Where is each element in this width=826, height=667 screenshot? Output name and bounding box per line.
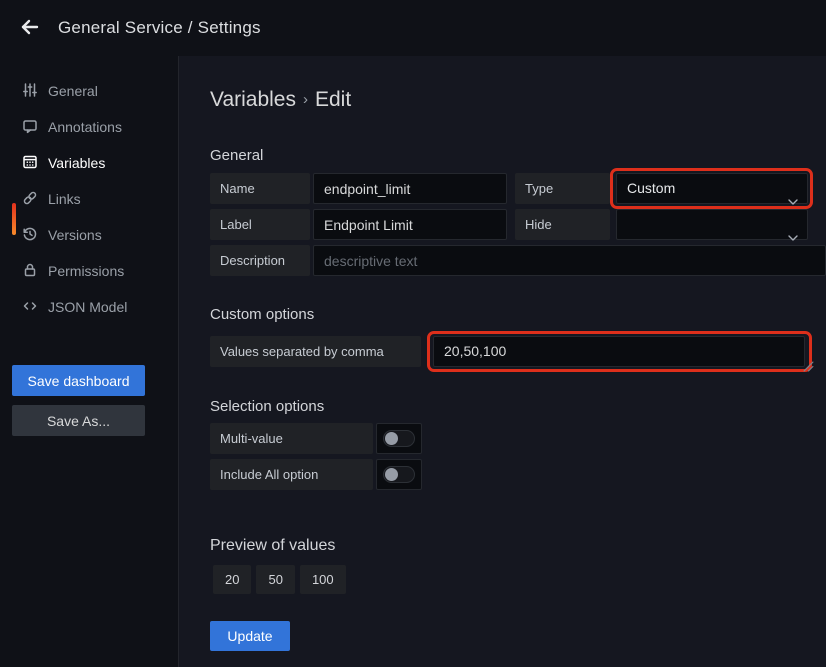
- sidebar-item-general[interactable]: General: [0, 73, 178, 109]
- breadcrumb-section: Variables: [210, 88, 296, 111]
- history-icon: [22, 226, 38, 245]
- label-label: Label: [210, 209, 310, 240]
- sidebar-item-label: Annotations: [48, 119, 122, 135]
- update-button[interactable]: Update: [210, 621, 290, 651]
- back-button[interactable]: [14, 13, 46, 43]
- lock-icon: [22, 262, 38, 281]
- sidebar-item-label: Links: [48, 191, 81, 207]
- preview-values: 20 50 100: [213, 565, 346, 594]
- top-header: General Service / Settings: [0, 0, 826, 56]
- values-label: Values separated by comma: [210, 336, 421, 367]
- type-select-value: Custom: [627, 180, 675, 196]
- sidebar-item-json-model[interactable]: JSON Model: [0, 289, 178, 325]
- general-section-heading: General: [210, 147, 263, 164]
- toggle-track: [383, 466, 415, 483]
- breadcrumb-separator-icon: ›: [296, 91, 315, 108]
- description-label: Description: [210, 245, 310, 276]
- preview-value-chip: 50: [256, 565, 294, 594]
- type-select[interactable]: Custom: [616, 173, 808, 204]
- toggle-track: [383, 430, 415, 447]
- sidebar-item-permissions[interactable]: Permissions: [0, 253, 178, 289]
- sidebar-item-label: JSON Model: [48, 299, 127, 315]
- name-input[interactable]: [313, 173, 507, 204]
- hide-select[interactable]: [616, 209, 808, 240]
- multi-value-label: Multi-value: [210, 423, 373, 454]
- sidebar-item-variables[interactable]: Variables: [0, 145, 178, 181]
- toggle-knob: [385, 432, 398, 445]
- sidebar-item-versions[interactable]: Versions: [0, 217, 178, 253]
- link-icon: [22, 190, 38, 209]
- sidebar-item-label: Variables: [48, 155, 105, 171]
- code-icon: [22, 298, 38, 317]
- label-input[interactable]: [313, 209, 507, 240]
- annotation-icon: [22, 118, 38, 137]
- textarea-resize-handle[interactable]: [803, 359, 814, 377]
- selection-options-heading: Selection options: [210, 398, 324, 415]
- variables-icon: [22, 154, 38, 173]
- arrow-left-icon: [18, 15, 42, 42]
- include-all-toggle[interactable]: [376, 459, 422, 490]
- page-title: Variables›Edit: [210, 88, 351, 112]
- type-label: Type: [515, 173, 610, 204]
- sliders-icon: [22, 82, 38, 101]
- grafana-settings-page: General Service / Settings General Annot…: [0, 0, 826, 667]
- preview-value-chip: 20: [213, 565, 251, 594]
- include-all-label: Include All option: [210, 459, 373, 490]
- preview-value-chip: 100: [300, 565, 346, 594]
- hide-label: Hide: [515, 209, 610, 240]
- values-textarea[interactable]: 20,50,100: [433, 336, 805, 367]
- custom-options-heading: Custom options: [210, 306, 314, 323]
- save-dashboard-button[interactable]: Save dashboard: [12, 365, 145, 396]
- preview-heading: Preview of values: [210, 537, 335, 555]
- settings-sidebar: General Annotations Variables Links Vers…: [0, 56, 178, 667]
- sidebar-item-label: General: [48, 83, 98, 99]
- breadcrumb-current: Edit: [315, 88, 351, 111]
- sidebar-item-annotations[interactable]: Annotations: [0, 109, 178, 145]
- multi-value-toggle[interactable]: [376, 423, 422, 454]
- save-as-button[interactable]: Save As...: [12, 405, 145, 436]
- sidebar-item-label: Permissions: [48, 263, 124, 279]
- toggle-knob: [385, 468, 398, 481]
- page-header-title: General Service / Settings: [58, 0, 261, 56]
- sidebar-item-links[interactable]: Links: [0, 181, 178, 217]
- sidebar-item-label: Versions: [48, 227, 102, 243]
- description-input[interactable]: [313, 245, 826, 276]
- name-label: Name: [210, 173, 310, 204]
